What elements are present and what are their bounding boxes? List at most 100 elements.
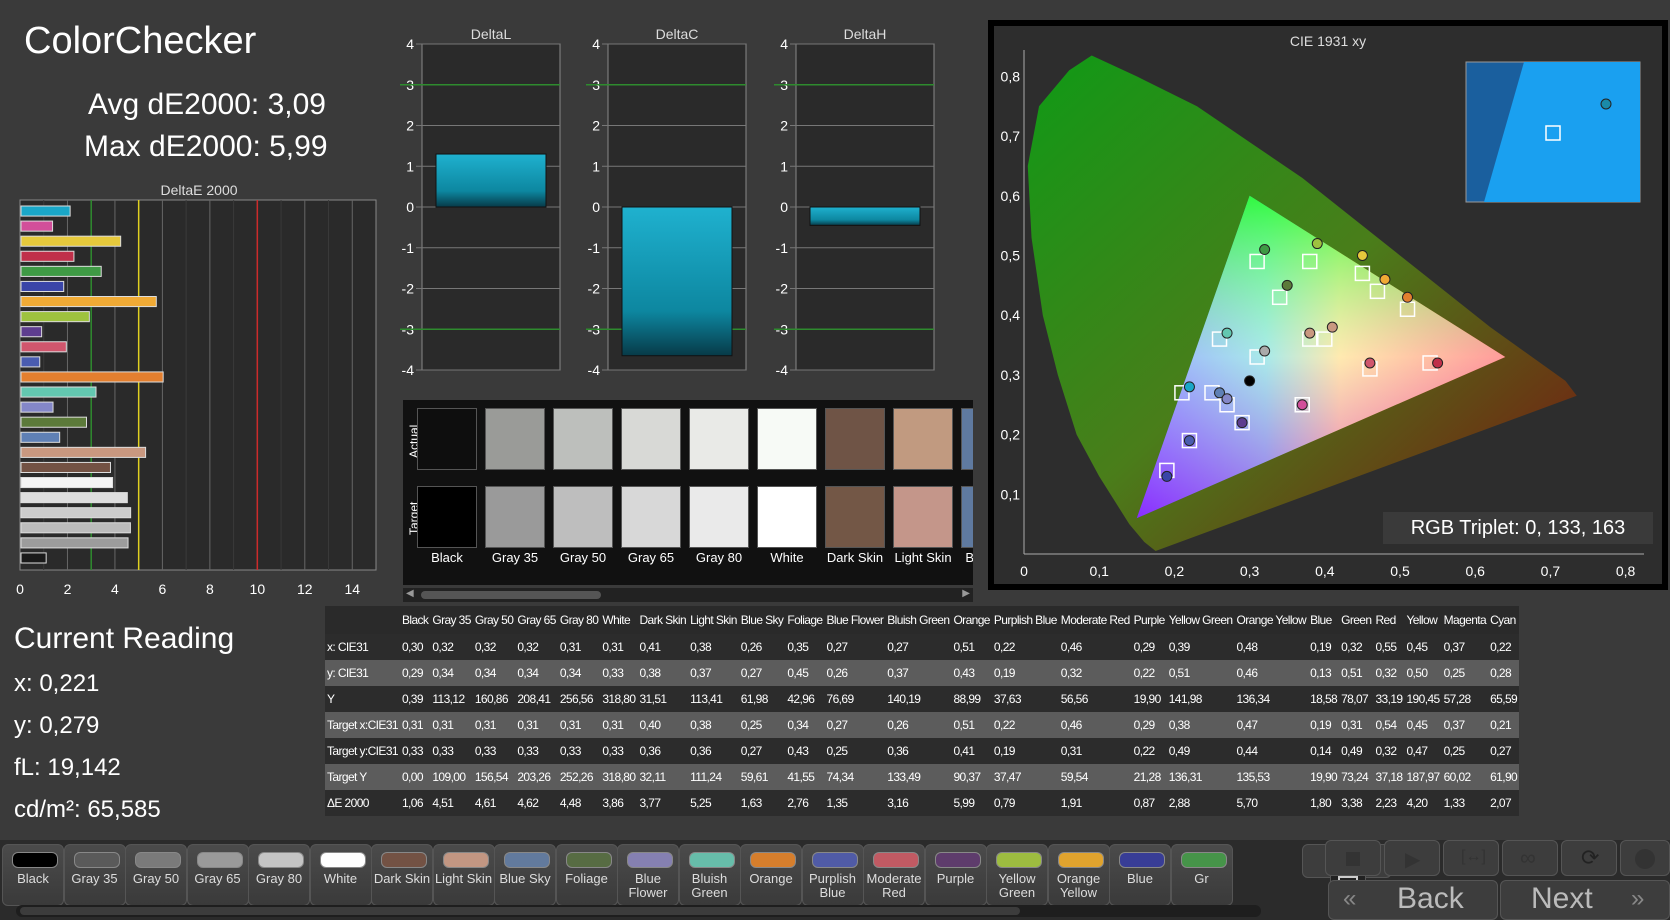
patch-button[interactable]: Moderate Red — [863, 844, 925, 906]
swatch-column — [553, 408, 613, 548]
cie-measured-point — [1183, 381, 1195, 393]
table-cell: 0,55 — [1373, 634, 1405, 660]
record-button[interactable] — [1620, 840, 1670, 876]
patch-button[interactable]: Gray 65 — [186, 844, 249, 906]
table-cell: 0,38 — [688, 712, 739, 738]
table-cell: 0,36 — [637, 738, 689, 764]
patch-button[interactable]: Orange — [740, 844, 802, 906]
cie-y-tick: 0,2 — [1001, 427, 1021, 443]
table-cell: 109,00 — [430, 764, 473, 790]
target-swatch — [485, 486, 545, 548]
deltae-bar — [20, 461, 111, 473]
patch-button[interactable]: Blue — [1109, 844, 1171, 906]
patch-button[interactable]: Gray 50 — [125, 844, 187, 906]
table-header-cell: Gray 65 — [515, 606, 558, 634]
fit-width-icon: [↔] — [1461, 848, 1486, 865]
patch-button[interactable]: Gray 35 — [63, 844, 126, 906]
table-header-cell: Moderate Red — [1058, 606, 1132, 634]
table-cell: 0,31 — [472, 712, 516, 738]
next-button[interactable]: Next » — [1500, 880, 1670, 920]
deltae-bar — [20, 250, 75, 262]
patch-button[interactable]: Gray 80 — [248, 844, 310, 906]
table-cell: 1,91 — [1058, 790, 1132, 816]
app-title: ColorChecker — [24, 20, 257, 62]
table-cell: 0,33 — [557, 738, 601, 764]
swatch-scroll-thumb[interactable] — [421, 591, 601, 599]
table-cell: 0,37 — [1441, 712, 1489, 738]
cie-x-tick: 0 — [1020, 563, 1028, 579]
table-cell: 3,86 — [600, 790, 638, 816]
patch-button[interactable]: Purplish Blue — [801, 844, 864, 906]
table-cell: 0,31 — [1339, 712, 1374, 738]
delta-tick-label: -4 — [402, 362, 415, 378]
swatch-label: Black — [431, 550, 463, 565]
fit-button[interactable]: [↔] — [1443, 840, 1499, 876]
table-cell: 0,54 — [1373, 712, 1405, 738]
table-header-cell: Bluish Green — [885, 606, 952, 634]
deltae-bar — [20, 552, 47, 564]
loop-button[interactable]: ∞ — [1502, 840, 1558, 876]
patch-button-label: Black — [17, 871, 49, 886]
cie-measured-point — [1259, 345, 1271, 357]
patch-button[interactable]: Purple — [924, 844, 987, 906]
patch-button[interactable]: Orange Yellow — [1047, 844, 1110, 906]
play-button[interactable]: ▶ — [1384, 840, 1440, 876]
patch-button-label: Blue — [1126, 871, 1154, 886]
delta-tick-label: 2 — [780, 118, 788, 134]
patch-button[interactable]: Blue Flower — [617, 844, 679, 906]
patch-button[interactable]: Foliage — [555, 844, 618, 906]
patch-scroll-thumb[interactable] — [20, 907, 1020, 915]
deltae-bar — [20, 522, 131, 534]
cie-measured-point — [1402, 291, 1414, 303]
table-cell: 1,35 — [824, 790, 886, 816]
patch-color-chip — [627, 852, 673, 868]
table-cell: 133,49 — [885, 764, 952, 790]
patch-button[interactable]: Dark Skin — [371, 844, 433, 906]
patch-button-label: Blue Sky — [499, 871, 551, 886]
deltae-bar — [20, 492, 128, 504]
table-cell: 1,80 — [1308, 790, 1340, 816]
table-cell: 3,38 — [1339, 790, 1374, 816]
cie-y-tick: 0,5 — [1001, 248, 1021, 264]
target-swatch — [757, 486, 817, 548]
table-cell: 0,21 — [1488, 712, 1520, 738]
swatch-scrollbar[interactable]: ◀ ▶ — [403, 588, 973, 602]
table-cell: 78,07 — [1339, 686, 1374, 712]
table-row: Target x:CIE31 0,31 0,31 0,31 0,31 0,31 0,31 0,… — [325, 712, 1520, 738]
table-cell: 1,06 — [399, 790, 431, 816]
cie-x-tick: 0,6 — [1465, 563, 1485, 579]
table-cell: 0,46 — [1234, 660, 1309, 686]
patch-button[interactable]: White — [309, 844, 372, 906]
delta-lch-charts: DeltaL43210-1-2-3-4DeltaC43210-1-2-3-4De… — [400, 26, 935, 378]
deltae-bar — [20, 477, 114, 489]
actual-swatch — [689, 408, 749, 470]
back-button[interactable]: « Back — [1328, 880, 1498, 920]
patch-scrollbar[interactable] — [16, 905, 1261, 917]
table-cell: 0,27 — [738, 738, 786, 764]
swatch-label: Gray 65 — [627, 550, 675, 565]
stop-button[interactable] — [1325, 840, 1381, 876]
patch-button[interactable]: Light Skin — [432, 844, 495, 906]
patch-button[interactable]: Black — [2, 844, 64, 906]
patch-button[interactable]: Gr — [1170, 844, 1233, 906]
cie-y-tick: 0,3 — [1001, 367, 1021, 383]
table-cell: 0,45 — [1404, 712, 1442, 738]
patch-button-label: Gray 35 — [71, 871, 118, 886]
target-swatch — [417, 486, 477, 548]
table-cell: 65,59 — [1488, 686, 1520, 712]
table-cell: 0,33 — [399, 738, 431, 764]
patch-button[interactable]: Blue Sky — [494, 844, 556, 906]
refresh-button[interactable]: ⟳ — [1561, 840, 1617, 876]
target-swatch — [553, 486, 613, 548]
cie-x-tick: 0,3 — [1240, 563, 1260, 579]
table-header-cell: Black — [399, 606, 431, 634]
patch-button[interactable]: Bluish Green — [678, 844, 741, 906]
table-cell: 136,34 — [1234, 686, 1309, 712]
patch-button[interactable]: Yellow Green — [986, 844, 1048, 906]
scroll-right-icon[interactable]: ▶ — [962, 588, 970, 599]
scroll-left-icon[interactable]: ◀ — [406, 588, 414, 599]
patch-color-chip — [873, 852, 919, 868]
cie-measured-point — [1432, 357, 1444, 369]
patch-color-chip — [811, 852, 858, 868]
swatch-column — [757, 408, 817, 548]
